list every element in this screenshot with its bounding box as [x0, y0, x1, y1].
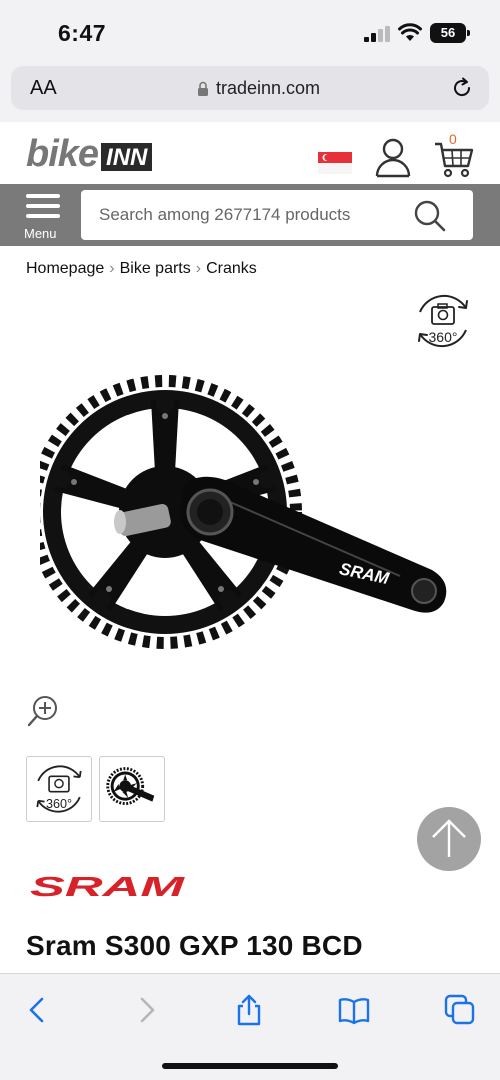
chevron-right-icon: › — [109, 260, 115, 277]
site-navbar: Menu Search among 2677174 products — [0, 184, 500, 246]
zoom-in-icon[interactable] — [26, 694, 60, 728]
back-icon[interactable] — [22, 994, 54, 1026]
back-to-top-button[interactable] — [417, 807, 481, 871]
share-icon[interactable] — [233, 994, 265, 1026]
chevron-right-icon: › — [195, 260, 202, 277]
cart-count-badge: 0 — [449, 131, 457, 147]
brand-logo[interactable]: SRAM — [28, 868, 190, 908]
breadcrumb-cranks[interactable]: Cranks — [206, 260, 257, 278]
breadcrumb-homepage[interactable]: Homepage — [26, 260, 104, 278]
arrow-up-icon — [432, 819, 466, 857]
search-placeholder: Search among 2677174 products — [99, 205, 351, 224]
menu-label: Menu — [24, 226, 57, 241]
browser-address-area: AA tradeinn.com — [0, 62, 500, 122]
360-label: 360° — [429, 329, 458, 345]
battery-indicator: 56 — [430, 23, 470, 43]
thumb-360-label: 360° — [46, 797, 72, 811]
wifi-icon — [398, 23, 422, 41]
home-indicator — [162, 1063, 338, 1069]
menu-button[interactable]: Menu — [24, 194, 64, 241]
reload-icon[interactable] — [451, 77, 473, 99]
status-time: 6:47 — [58, 20, 107, 46]
logo-inn-text: INN — [101, 143, 153, 171]
thumbnail-crankset[interactable] — [99, 756, 165, 822]
text-size-button[interactable]: AA — [30, 77, 57, 100]
360-view-icon[interactable]: 360° — [412, 292, 474, 350]
search-icon[interactable] — [414, 200, 446, 232]
brand-name: SRAM — [30, 871, 185, 902]
product-title: Sram S300 GXP 130 BCD — [26, 930, 363, 961]
url-text[interactable]: tradeinn.com — [216, 78, 320, 99]
address-bar[interactable]: AA tradeinn.com — [11, 66, 489, 110]
forward-icon[interactable] — [130, 994, 162, 1026]
360-view-icon: 360° — [36, 765, 82, 813]
product-image[interactable]: SRAM — [40, 362, 460, 672]
flag-icon[interactable] — [318, 152, 352, 174]
tabs-icon[interactable] — [444, 994, 476, 1026]
user-icon[interactable] — [375, 138, 411, 178]
breadcrumb: Homepage › Bike parts › Cranks — [26, 260, 257, 278]
cellular-signal-icon — [364, 26, 390, 42]
breadcrumb-bike-parts[interactable]: Bike parts — [120, 260, 191, 278]
logo-bike-text: bike — [26, 132, 99, 175]
lock-icon — [198, 81, 208, 96]
site-header: bike INN 0 — [0, 122, 500, 184]
bookmarks-icon[interactable] — [338, 994, 370, 1026]
crankset-thumbnail-image — [106, 767, 155, 805]
site-logo[interactable]: bike INN — [26, 132, 153, 175]
search-input[interactable]: Search among 2677174 products — [81, 190, 473, 240]
status-bar: 6:47 56 — [0, 0, 500, 62]
menu-icon — [24, 194, 64, 218]
thumbnail-360[interactable]: 360° — [26, 756, 92, 822]
